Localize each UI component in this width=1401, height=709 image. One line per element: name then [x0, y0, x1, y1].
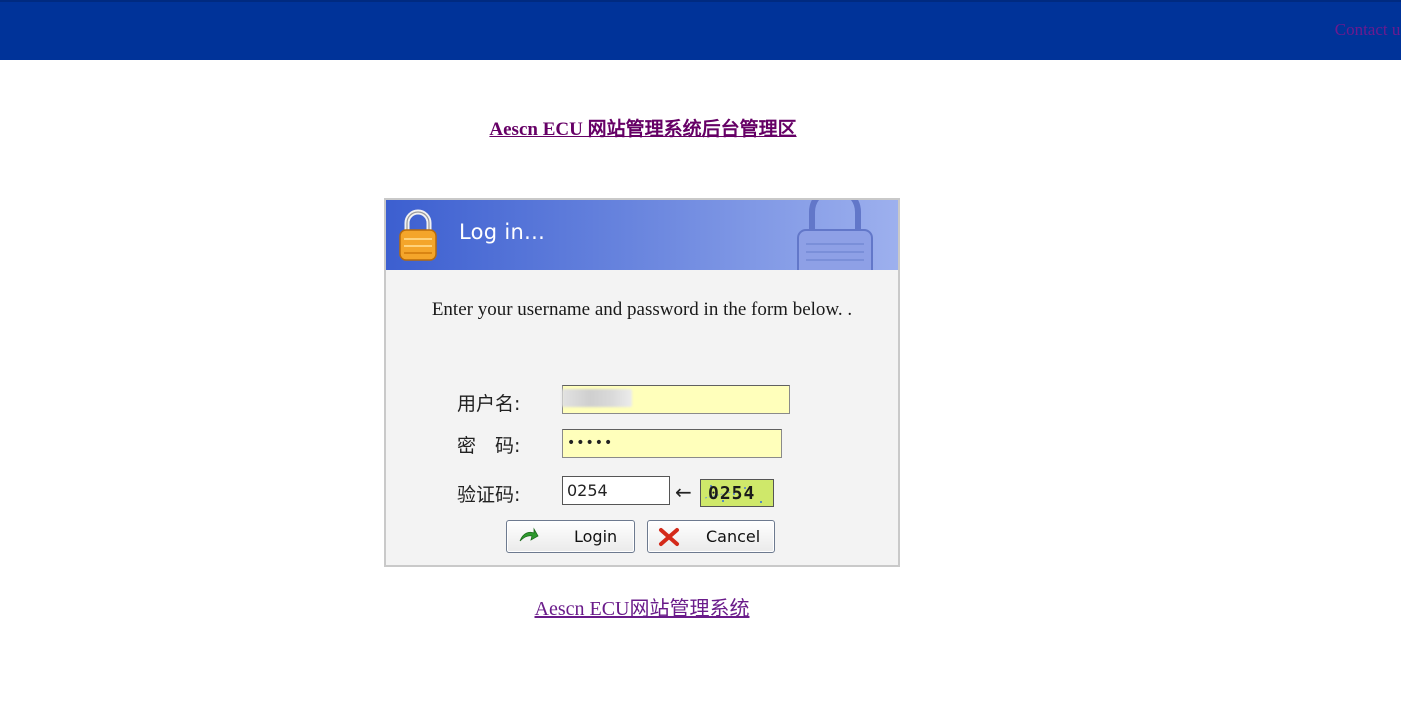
top-banner: Contact us — [0, 0, 1401, 60]
red-x-icon — [659, 528, 679, 546]
left-arrow-icon: ← — [675, 480, 692, 504]
login-panel-header: Log in... — [386, 200, 898, 270]
login-button-label: Login — [574, 527, 618, 546]
contact-us-link[interactable]: Contact us — [1335, 20, 1401, 40]
login-panel-title: Log in... — [459, 220, 546, 244]
padlock-watermark-icon — [797, 200, 873, 270]
captcha-label: 验证码: — [457, 484, 521, 506]
footer-system-link[interactable]: Aescn ECU网站管理系统 — [0, 592, 1284, 621]
redacted-username — [562, 389, 632, 407]
green-arrow-icon — [519, 527, 539, 542]
username-label: 用户名: — [457, 393, 521, 415]
captcha-code: 0254 — [708, 483, 756, 504]
captcha-input[interactable] — [562, 476, 670, 505]
cancel-button[interactable]: Cancel — [647, 520, 775, 553]
password-label: 密 码: — [457, 435, 521, 457]
login-instructions: Enter your username and password in the … — [431, 299, 853, 320]
password-input[interactable]: ••••• — [562, 429, 782, 458]
cancel-button-label: Cancel — [706, 527, 761, 546]
site-title-link[interactable]: Aescn ECU 网站管理系统后台管理区 — [0, 114, 1286, 141]
login-button[interactable]: Login — [506, 520, 635, 553]
login-panel: Log in... Enter your username and passwo… — [384, 198, 900, 567]
captcha-image[interactable]: 0254 — [700, 479, 774, 507]
padlock-icon — [399, 209, 437, 261]
